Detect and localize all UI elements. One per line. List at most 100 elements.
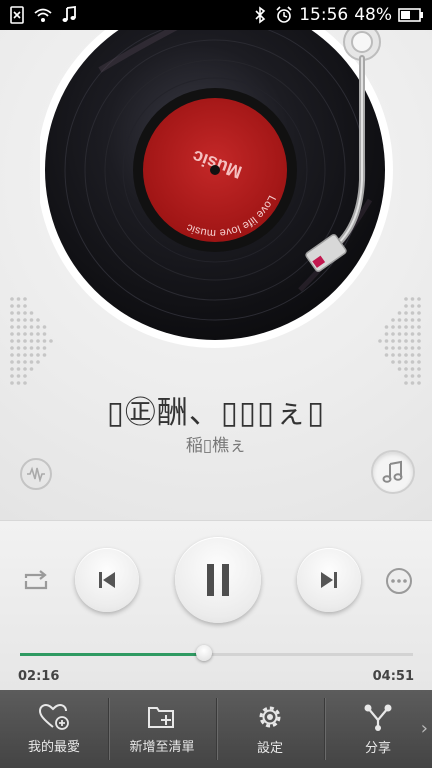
speaker-dot <box>16 353 21 357</box>
next-button[interactable] <box>297 548 361 612</box>
speaker-dot <box>10 339 14 343</box>
speaker-dot <box>391 353 395 357</box>
speaker-dot <box>397 332 402 336</box>
speaker-dot <box>410 311 415 315</box>
speaker-dot <box>16 311 21 315</box>
speaker-dot <box>410 360 415 364</box>
speaker-dot <box>404 311 408 315</box>
speaker-dot <box>29 311 34 315</box>
speaker-dot <box>16 325 21 329</box>
speaker-dot <box>16 346 21 350</box>
speaker-dot <box>384 353 389 357</box>
speaker-dot <box>23 381 27 385</box>
elapsed-time: 02:16 <box>18 669 60 684</box>
speaker-dot <box>29 325 34 329</box>
speaker-dot <box>10 360 14 364</box>
pause-button[interactable] <box>175 537 261 623</box>
speaker-dot <box>42 339 47 343</box>
no-sim-icon <box>10 6 24 24</box>
speaker-dot <box>410 318 415 322</box>
speaker-dot <box>10 318 14 322</box>
speaker-dot <box>397 318 402 322</box>
speaker-dot <box>417 346 421 350</box>
speaker-dot <box>397 311 402 315</box>
repeat-icon <box>24 570 48 590</box>
wifi-icon <box>34 8 52 22</box>
bluetooth-icon <box>255 6 266 24</box>
tab-favorites[interactable]: 我的最愛 <box>0 690 108 768</box>
player-area: Music Love life love music ▯㊣酬、▯▯▯ぇ▯ 稲▯樵… <box>0 30 432 520</box>
speaker-dot <box>23 360 27 364</box>
progress-bar[interactable] <box>20 645 413 661</box>
status-time: 15:56 <box>299 5 349 25</box>
repeat-button[interactable] <box>22 567 50 595</box>
speaker-dot <box>391 332 395 336</box>
pause-icon <box>207 564 229 596</box>
speaker-dot <box>10 297 14 301</box>
speaker-dot <box>404 374 408 378</box>
waveform-icon <box>27 466 45 482</box>
speaker-dot <box>16 318 21 322</box>
song-title: ▯㊣酬、▯▯▯ぇ▯ <box>106 395 326 431</box>
speaker-dot <box>397 346 402 350</box>
speaker-dot <box>410 297 415 301</box>
previous-button[interactable] <box>75 548 139 612</box>
speaker-dot <box>384 332 389 336</box>
share-icon <box>364 704 392 731</box>
speaker-dot <box>16 381 21 385</box>
speaker-dot <box>410 374 415 378</box>
speaker-grille-right <box>378 297 421 385</box>
heart-plus-icon <box>39 703 69 730</box>
tonearm <box>305 30 381 272</box>
speaker-dot <box>397 360 402 364</box>
speaker-dot <box>10 325 14 329</box>
more-icon <box>386 568 412 594</box>
playback-controls: 02:16 04:51 <box>0 520 432 691</box>
bottom-action-bar: 我的最愛 新增至清單 設定 分享 › <box>0 690 432 768</box>
chevron-right-icon[interactable]: › <box>421 718 428 739</box>
speaker-dot <box>23 297 27 301</box>
more-options-button[interactable] <box>385 567 413 595</box>
speaker-dot <box>23 353 27 357</box>
speaker-dot <box>391 318 395 322</box>
speaker-dot <box>23 339 27 343</box>
speaker-dot <box>384 325 389 329</box>
progress-knob[interactable] <box>195 645 212 661</box>
lyrics-button[interactable] <box>371 450 415 494</box>
alarm-icon <box>276 6 292 23</box>
speaker-dot <box>417 374 421 378</box>
tab-share[interactable]: 分享 <box>324 690 432 768</box>
speaker-dot <box>397 325 402 329</box>
music-note-icon <box>62 6 76 22</box>
speaker-dot <box>10 381 14 385</box>
tab-add-to-playlist[interactable]: 新增至清單 <box>108 690 216 768</box>
speaker-dot <box>410 346 415 350</box>
speaker-dot <box>404 339 408 343</box>
speaker-dot <box>42 332 47 336</box>
speaker-dot <box>404 381 408 385</box>
speaker-dot <box>23 304 27 308</box>
speaker-dot <box>391 346 395 350</box>
status-bar: 15:56 48% <box>0 0 432 30</box>
speaker-dot <box>404 360 408 364</box>
skip-next-icon <box>321 572 337 588</box>
speaker-dot <box>42 325 47 329</box>
speaker-dot <box>23 367 27 371</box>
battery-icon <box>398 8 423 22</box>
speaker-dot <box>378 339 382 343</box>
gear-icon <box>259 706 281 727</box>
speaker-dot <box>404 367 408 371</box>
folder-plus-icon <box>148 706 174 728</box>
speaker-dot <box>23 318 27 322</box>
equalizer-button[interactable] <box>20 458 52 490</box>
speaker-dot <box>404 346 408 350</box>
battery-percent: 48% <box>354 5 392 25</box>
speaker-dot <box>397 353 402 357</box>
tab-settings[interactable]: 設定 <box>216 690 324 768</box>
speaker-dot <box>410 339 415 343</box>
skip-previous-icon <box>99 572 115 588</box>
speaker-dot <box>36 318 40 322</box>
speaker-dot <box>36 346 40 350</box>
speaker-dot <box>10 304 14 308</box>
speaker-dot <box>16 297 21 301</box>
